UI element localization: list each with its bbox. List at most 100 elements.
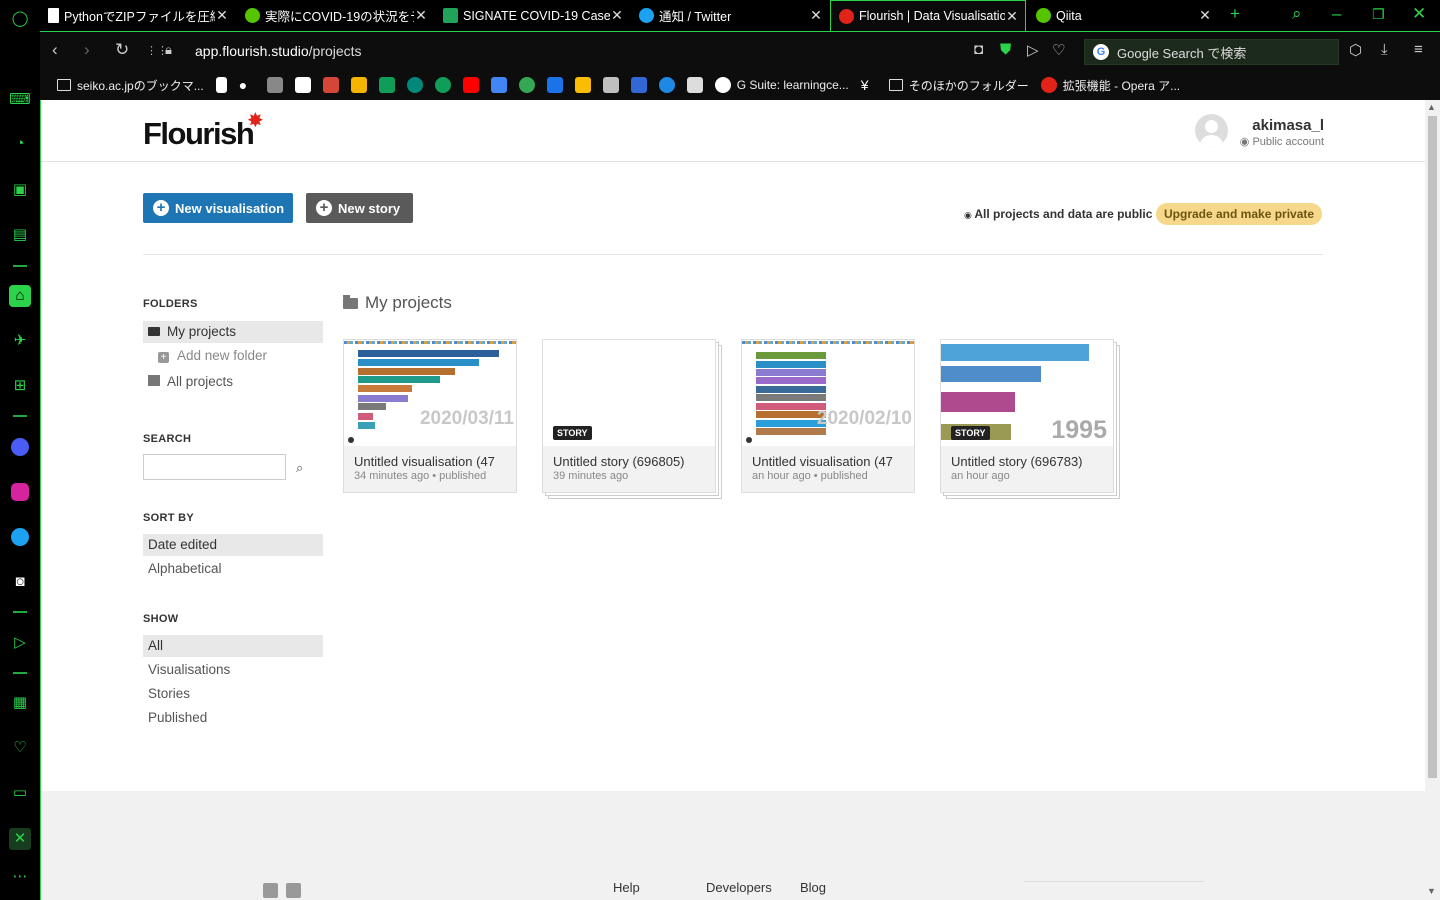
nicovideo-icon[interactable] (686, 77, 703, 93)
history-icon[interactable]: ▭ (9, 782, 31, 804)
twitch-icon[interactable]: ▤ (9, 224, 31, 246)
sort-date-edited[interactable]: Date edited (143, 534, 323, 556)
new-story-button[interactable]: + New story (306, 193, 413, 223)
cube-icon[interactable]: ⬡ (1349, 41, 1362, 59)
discord-icon[interactable]: ◙ (9, 571, 31, 593)
menu-icon[interactable]: ≡ (1414, 41, 1423, 58)
upgrade-button[interactable]: Upgrade and make private (1156, 203, 1323, 225)
twitter-icon[interactable] (9, 526, 31, 548)
tab-3[interactable]: 通知 / Twitter ✕ (631, 0, 829, 31)
scroll-down-icon[interactable]: ▼ (1427, 886, 1436, 896)
extensions-grid-icon[interactable]: ▦ (9, 692, 31, 714)
send-icon[interactable]: ▷ (9, 632, 31, 654)
forward-icon[interactable]: › (84, 40, 90, 60)
new-visualisation-button[interactable]: + New visualisation (143, 193, 293, 223)
search-icon[interactable]: ⌕ (1292, 4, 1302, 24)
footer-developers-link[interactable]: Developers (706, 880, 772, 895)
twitter-icon[interactable] (263, 883, 278, 898)
translate-icon[interactable] (490, 77, 507, 93)
maps-icon[interactable] (518, 77, 535, 93)
bookmark-folder[interactable]: seiko.ac.jpのブックマ... (57, 77, 204, 94)
figma-icon[interactable]: ¥ (861, 77, 877, 93)
project-card[interactable]: 2020/02/10 Untitled visualisation (47 an… (741, 339, 915, 493)
folder-all-projects[interactable]: All projects (143, 371, 323, 393)
gx-corner-icon[interactable]: ▣ (9, 179, 31, 201)
footer-blog-link[interactable]: Blog (800, 880, 826, 895)
project-search-input[interactable] (143, 454, 286, 480)
gx-control-icon[interactable]: ⌨ (9, 89, 31, 111)
close-window-icon[interactable]: ✕ (1412, 4, 1426, 24)
heart-icon[interactable]: ♡ (9, 737, 31, 759)
plane-icon[interactable]: ✈ (9, 330, 31, 352)
show-all[interactable]: All (143, 635, 323, 657)
heart-icon[interactable]: ♡ (1052, 41, 1065, 59)
flow-icon[interactable]: ▷ (1027, 41, 1039, 59)
home-icon[interactable]: ⌂ (9, 285, 31, 307)
back-icon[interactable]: ‹ (52, 40, 58, 60)
store-icon[interactable] (602, 77, 619, 93)
document-icon[interactable] (215, 77, 227, 93)
gmail-icon[interactable] (322, 77, 339, 93)
calendar-icon[interactable] (546, 77, 563, 93)
project-card[interactable]: 2020/03/11 Untitled visualisation (47 34… (343, 339, 517, 493)
url-field[interactable]: app.flourish.studio/projects (195, 43, 362, 59)
instagram-icon[interactable] (9, 481, 31, 503)
messenger-icon[interactable] (9, 436, 31, 458)
restore-icon[interactable]: ❐ (1372, 6, 1385, 23)
tab-0[interactable]: PythonでZIPファイルを圧縮・解 ✕ (40, 0, 235, 31)
camera-icon[interactable]: ◘ (974, 41, 983, 58)
meet-icon[interactable] (406, 77, 423, 93)
apple-icon[interactable]: ● (239, 77, 255, 93)
bookmark-other-folder[interactable]: そのほかのフォルダー (888, 77, 1029, 94)
close-icon[interactable]: ✕ (610, 7, 624, 24)
keep-icon[interactable] (574, 77, 591, 93)
tab-1[interactable]: 実際にCOVID-19の状況をデ ✕ (237, 0, 434, 31)
classroom-icon[interactable] (630, 77, 647, 93)
close-icon[interactable]: ✕ (414, 7, 428, 24)
gx-logo-icon[interactable]: ✕ (9, 828, 31, 850)
new-tab-icon[interactable]: + (1230, 4, 1240, 24)
page-scrollbar[interactable]: ▲ ▼ (1425, 100, 1440, 900)
scroll-up-icon[interactable]: ▲ (1427, 102, 1436, 112)
minimize-icon[interactable]: – (1332, 4, 1341, 24)
bookmark-gsuite[interactable]: G Suite: learningce... (714, 77, 849, 93)
folder-my-projects[interactable]: My projects (143, 321, 323, 343)
close-icon[interactable]: ✕ (809, 7, 823, 24)
more-icon[interactable]: ⋯ (9, 866, 31, 888)
show-stories[interactable]: Stories (143, 683, 323, 705)
speed-dial-icon[interactable]: ◔ (9, 133, 31, 155)
scrollbar-thumb[interactable] (1428, 116, 1437, 778)
close-icon[interactable]: ✕ (1198, 7, 1212, 24)
chat-icon[interactable] (434, 77, 451, 93)
close-icon[interactable]: ✕ (1005, 8, 1019, 25)
avatar[interactable] (1195, 114, 1228, 147)
username[interactable]: akimasa_l (1252, 117, 1324, 134)
sort-alphabetical[interactable]: Alphabetical (143, 558, 323, 580)
bookmark-extensions[interactable]: 拡張機能 - Opera ア... (1040, 77, 1180, 94)
google-photos-icon[interactable] (350, 77, 367, 93)
footer-help-link[interactable]: Help (613, 880, 640, 895)
project-card[interactable]: 1995 STORY Untitled story (696783) an ho… (940, 339, 1114, 493)
bookmark-icon[interactable] (266, 77, 283, 93)
search-icon[interactable]: ⌕ (296, 460, 303, 476)
google-drive-icon[interactable] (378, 77, 395, 93)
flourish-logo[interactable]: Flourish ✸ (143, 110, 264, 152)
show-published[interactable]: Published (143, 707, 323, 729)
search-input[interactable]: G Google Search で検索 (1084, 39, 1339, 65)
gamepad-icon[interactable]: ⊞ (9, 375, 31, 397)
download-icon[interactable]: ⤓ (1381, 41, 1388, 58)
add-folder-link[interactable]: + Add new folder (143, 345, 323, 367)
project-card[interactable]: STORY Untitled story (696805) 39 minutes… (542, 339, 716, 493)
reload-icon[interactable]: ↻ (115, 40, 129, 60)
wikipedia-icon[interactable] (294, 77, 311, 93)
adblock-shield-icon[interactable]: ⛊ (1000, 41, 1011, 58)
close-icon[interactable]: ✕ (215, 7, 229, 24)
github-icon[interactable] (286, 883, 301, 898)
youtube-icon[interactable] (462, 77, 479, 93)
tab-4-active[interactable]: Flourish | Data Visualisation ✕ (830, 0, 1026, 31)
opera-menu-icon[interactable]: ◯ (9, 8, 31, 30)
tab-2[interactable]: SIGNATE COVID-19 Case D ✕ (435, 0, 630, 31)
info-icon[interactable] (658, 77, 675, 93)
show-visualisations[interactable]: Visualisations (143, 659, 323, 681)
tab-5[interactable]: Qiita ✕ (1028, 0, 1218, 31)
